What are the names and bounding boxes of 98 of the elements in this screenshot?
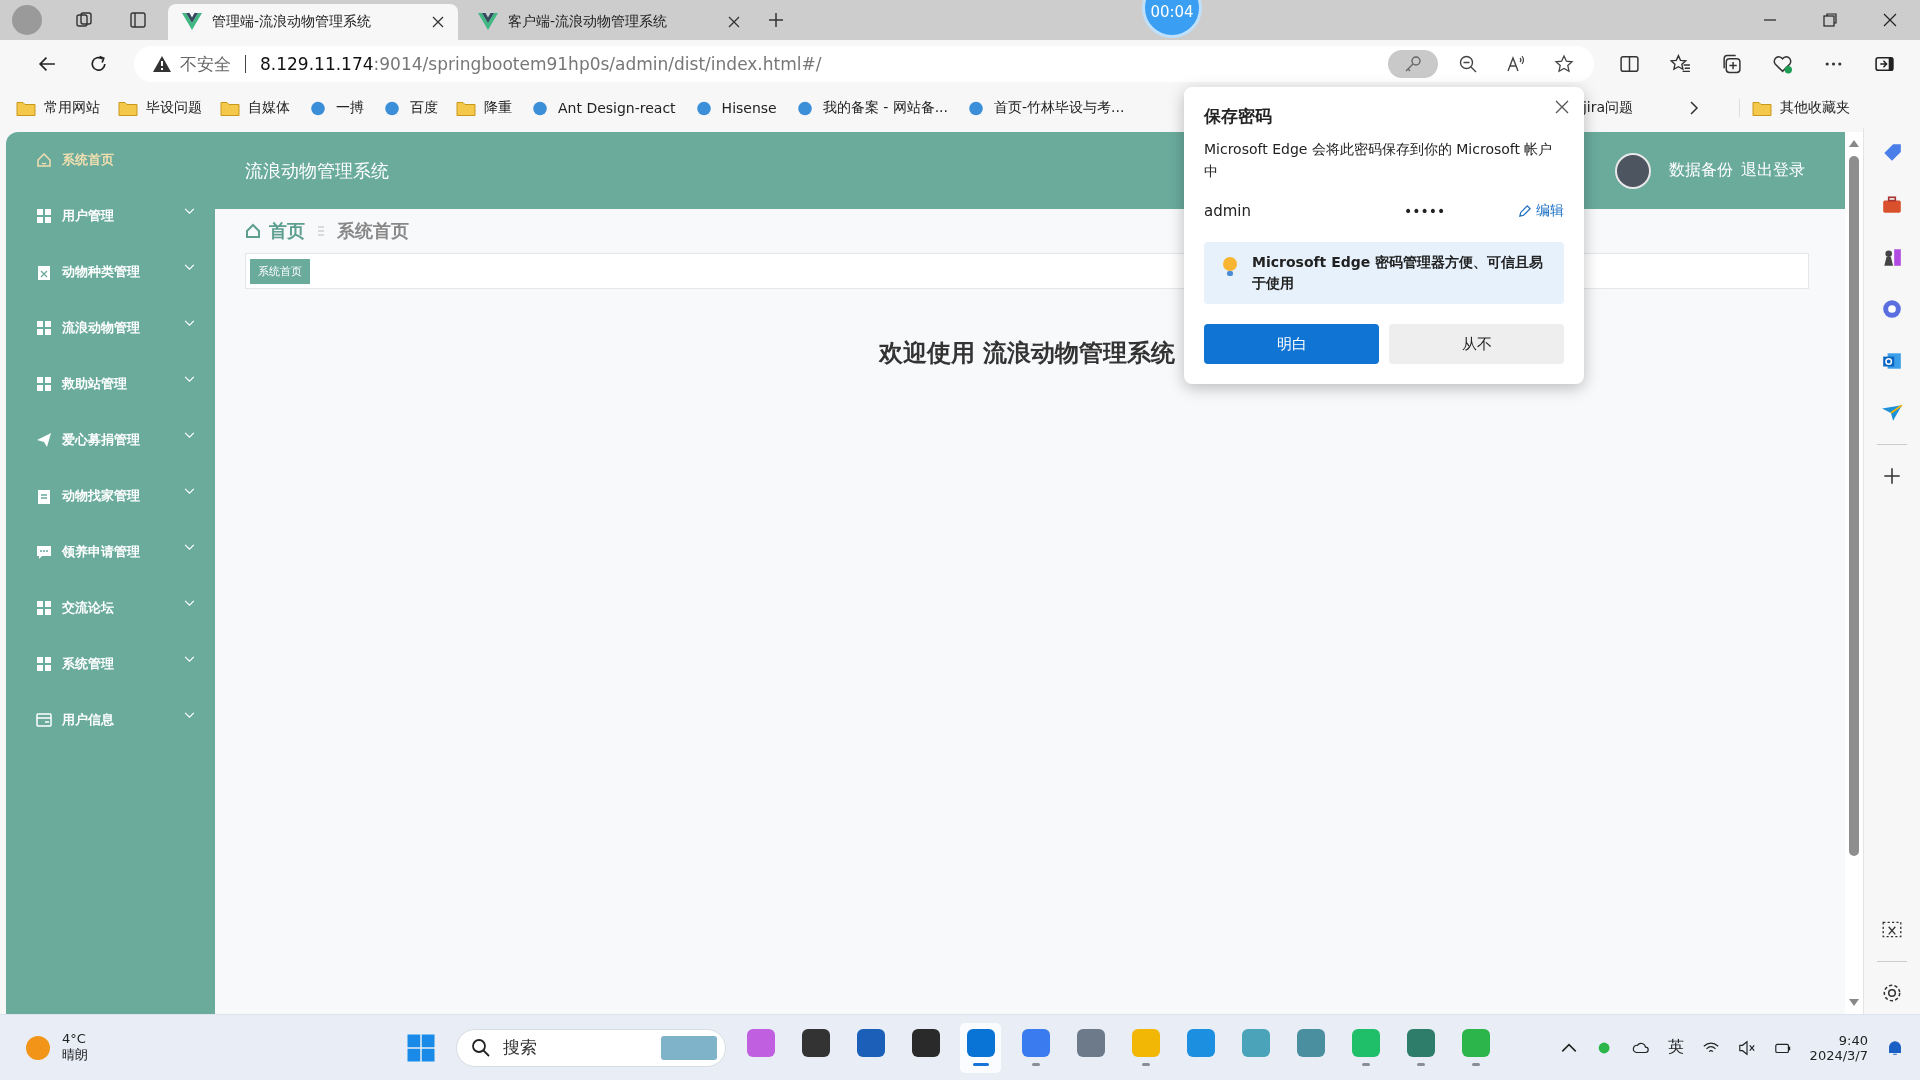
tip-text: Microsoft Edge 密码管理器方便、可信且易于使用 [1252,253,1545,293]
weather-text: 晴朗 [62,1046,88,1064]
speaker-muted-icon[interactable] [1737,1038,1756,1057]
chevron-right-icon[interactable] [1689,100,1699,116]
dialog-description: Microsoft Edge 会将此密码保存到你的 Microsoft 帐户中 [1204,140,1554,181]
bookmark[interactable]: 百度 [382,99,438,117]
bookmark[interactable]: 常用网站 [16,99,100,117]
notification-bell-icon[interactable] [1886,1038,1904,1057]
zoom-out-icon[interactable] [1458,54,1478,74]
close-tab-icon[interactable] [432,16,444,28]
bookmark[interactable]: jira问题 [1582,99,1633,117]
password-dots: ••••• [1404,203,1447,219]
caret-icon [184,263,195,271]
bookmark[interactable]: 毕设问题 [118,99,202,117]
grid-icon [36,600,52,616]
vue-logo-icon [478,13,498,31]
edit-link[interactable]: 编辑 [1517,202,1564,220]
folder-icon [1752,99,1772,117]
grid-icon [36,320,52,336]
bookmark[interactable]: 降重 [456,99,512,117]
home-icon [36,152,52,168]
skyline-picture [661,1035,717,1060]
site-icon [530,99,550,117]
breadcrumb-item: 系统首页 [337,219,409,243]
site-icon [308,99,328,117]
other-favorites[interactable]: 其他收藏夹 [1739,99,1850,117]
warning-icon [152,55,172,73]
pencil-icon [1517,203,1532,219]
key-icon [1403,54,1423,74]
grid-icon [36,208,52,224]
bookmark[interactable]: Ant Design-react [530,99,676,117]
home-icon [245,223,261,239]
new-tab-icon[interactable] [766,10,786,30]
site-icon [382,99,402,117]
temperature: 4°C [62,1031,87,1046]
folder-icon [456,99,476,117]
bookmark[interactable]: 首页-竹林毕设与考... [966,99,1125,117]
browser-tab[interactable]: 管理端-流浪动物管理系统 [168,4,458,40]
sun-icon [26,1035,50,1060]
mail-icon[interactable] [1881,350,1903,372]
grid-icon [36,656,52,672]
favorites-icon[interactable] [1670,53,1691,75]
caret-icon [184,431,195,439]
caret-icon [184,487,195,495]
folder-icon [220,99,240,117]
folder-icon [16,99,36,117]
scroll-thumb[interactable] [1849,156,1859,856]
caret-icon [184,543,195,551]
input-method-indicator[interactable]: 英 [1667,1037,1684,1058]
bookmark[interactable]: 我的备案 - 网站备... [794,99,949,117]
folder-icon [118,99,138,117]
caret-icon [184,655,195,663]
search-icon [471,1037,491,1058]
chess-icon[interactable] [1881,246,1903,268]
avatar[interactable] [1615,152,1651,189]
vue-logo-icon [182,13,202,31]
collections-icon[interactable] [1721,53,1742,75]
separator-icon [317,224,325,238]
clipboard-icon [36,264,52,280]
caret-icon [184,375,195,383]
tab-actions-icon[interactable] [128,10,148,30]
password-key-button[interactable] [1388,50,1438,78]
add-icon[interactable] [1881,465,1903,487]
search-field[interactable]: 搜索 [456,1028,726,1067]
close-icon[interactable] [1554,99,1570,115]
caret-icon [184,207,195,215]
never-button[interactable]: 从不 [1389,324,1564,364]
username-text: admin [1204,202,1252,220]
toolbox-icon[interactable] [1881,194,1903,216]
welcome-heading: 欢迎使用 流浪动物管理系统 [878,338,1176,369]
bookmark[interactable]: 自媒体 [220,99,290,117]
scrollbar[interactable] [1845,132,1863,1014]
bookmark[interactable]: 一搏 [308,99,364,117]
lightbulb-icon [1222,256,1238,278]
read-aloud-icon[interactable] [1506,54,1526,74]
plane-icon [36,432,52,448]
address-bar[interactable]: 不安全 8.129.11.174:9014/springbootem91hp0s/admin/dist/index.html#/ [134,46,1594,82]
confirm-button[interactable]: 明白 [1204,324,1379,364]
clock[interactable]: 9:40 2024/3/7 [1809,1032,1868,1063]
grid-icon [36,376,52,392]
caret-icon [184,711,195,719]
split-screen-icon[interactable] [1619,53,1640,75]
url-text: 8.129.11.174:9014/springbootem91hp0s/admin/dist/index.html#/ [260,54,822,74]
close-tab-icon[interactable] [728,16,740,28]
settings-icon[interactable] [1881,982,1903,1004]
caret-icon [184,599,195,607]
bookmark[interactable]: Hisense [693,99,777,117]
browser-tab[interactable]: 客户端-流浪动物管理系统 [464,4,754,40]
favorite-star-icon[interactable] [1554,54,1574,74]
app-title: 流浪动物管理系统 [245,158,389,183]
caret-icon [184,319,195,327]
health-icon[interactable] [1772,53,1793,75]
card-icon [36,712,52,728]
workspaces-icon[interactable] [74,10,94,30]
doc-icon [36,488,52,504]
security-label: 不安全 [180,52,231,76]
start-icon[interactable] [406,1032,436,1063]
dialog-title: 保存密码 [1204,105,1273,128]
